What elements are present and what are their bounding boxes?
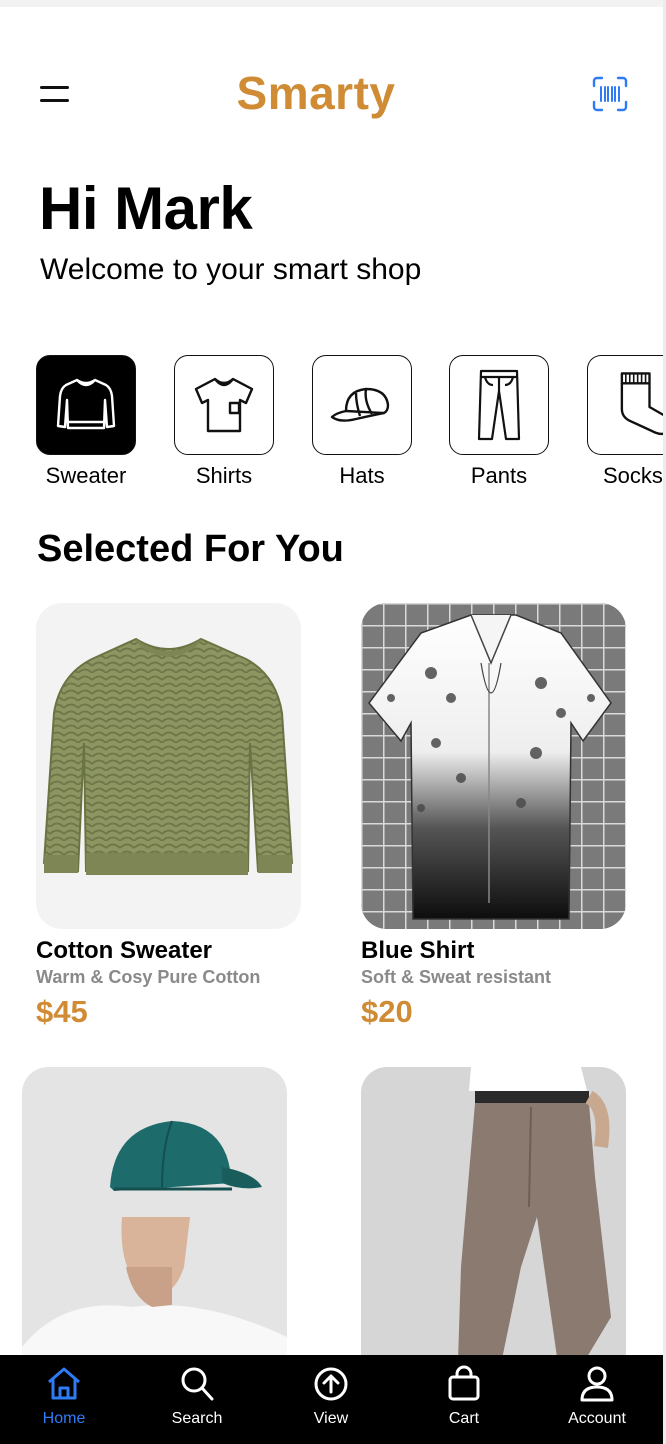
section-title: Selected For You <box>37 528 344 570</box>
nav-label: Search <box>171 1410 223 1427</box>
shirt-icon <box>194 377 254 433</box>
barcode-scan-button[interactable] <box>590 74 630 114</box>
product-image <box>361 1067 626 1393</box>
category-tile <box>312 355 412 455</box>
product-image <box>22 1067 287 1393</box>
category-hats[interactable]: Hats <box>312 355 412 489</box>
product-description: Warm & Cosy Pure Cotton <box>36 967 261 987</box>
sock-icon <box>620 372 663 436</box>
product-name: Cotton Sweater <box>36 937 213 964</box>
cap-icon <box>330 387 390 422</box>
category-label: Hats <box>339 463 385 488</box>
barcode-scan-icon <box>592 76 628 112</box>
nav-label: Home <box>42 1410 86 1427</box>
upload-icon <box>314 1367 348 1401</box>
product-card-blue-shirt[interactable]: Blue Shirt Soft & Sweat resistant $20 <box>361 603 626 1030</box>
greeting-title: Hi Mark <box>39 175 253 242</box>
category-tile <box>174 355 274 455</box>
category-socks[interactable]: Socks <box>587 355 663 489</box>
shopping-bag-icon <box>448 1365 480 1401</box>
user-icon <box>580 1366 614 1402</box>
product-image <box>361 603 626 929</box>
status-bar <box>0 0 666 7</box>
category-pants[interactable]: Pants <box>449 355 549 489</box>
pants-icon <box>477 369 521 441</box>
nav-account[interactable]: Account <box>542 1355 652 1444</box>
greeting-subtitle: Welcome to your smart shop <box>40 253 422 286</box>
product-card-pants[interactable] <box>361 1067 626 1401</box>
home-icon <box>48 1367 80 1400</box>
product-card-cap[interactable] <box>22 1067 287 1401</box>
nav-search[interactable]: Search <box>142 1355 252 1444</box>
product-price: $20 <box>361 994 413 1029</box>
product-image <box>36 603 301 929</box>
category-label: Socks <box>603 463 663 488</box>
nav-home[interactable]: Home <box>9 1355 119 1444</box>
product-price: $45 <box>36 994 88 1029</box>
category-label: Shirts <box>195 463 253 488</box>
product-card-cotton-sweater[interactable]: Cotton Sweater Warm & Cosy Pure Cotton $… <box>36 603 301 1030</box>
category-shirts[interactable]: Shirts <box>174 355 274 489</box>
product-description: Soft & Sweat resistant <box>361 967 552 987</box>
product-name: Blue Shirt <box>361 937 475 964</box>
nav-label: Account <box>568 1410 626 1427</box>
category-tile <box>36 355 136 455</box>
nav-label: View <box>313 1410 349 1427</box>
bottom-navigation: Home Search View Cart Account <box>0 1355 663 1444</box>
category-tile <box>587 355 663 455</box>
nav-cart[interactable]: Cart <box>409 1355 519 1444</box>
search-icon <box>181 1367 214 1401</box>
app-title: Smarty <box>236 67 396 119</box>
category-label: Pants <box>470 463 528 488</box>
category-tile <box>449 355 549 455</box>
sweater-icon <box>56 378 116 430</box>
category-sweater[interactable]: Sweater <box>36 355 136 489</box>
nav-label: Cart <box>448 1410 480 1427</box>
category-label: Sweater <box>45 463 127 488</box>
nav-view[interactable]: View <box>276 1355 386 1444</box>
